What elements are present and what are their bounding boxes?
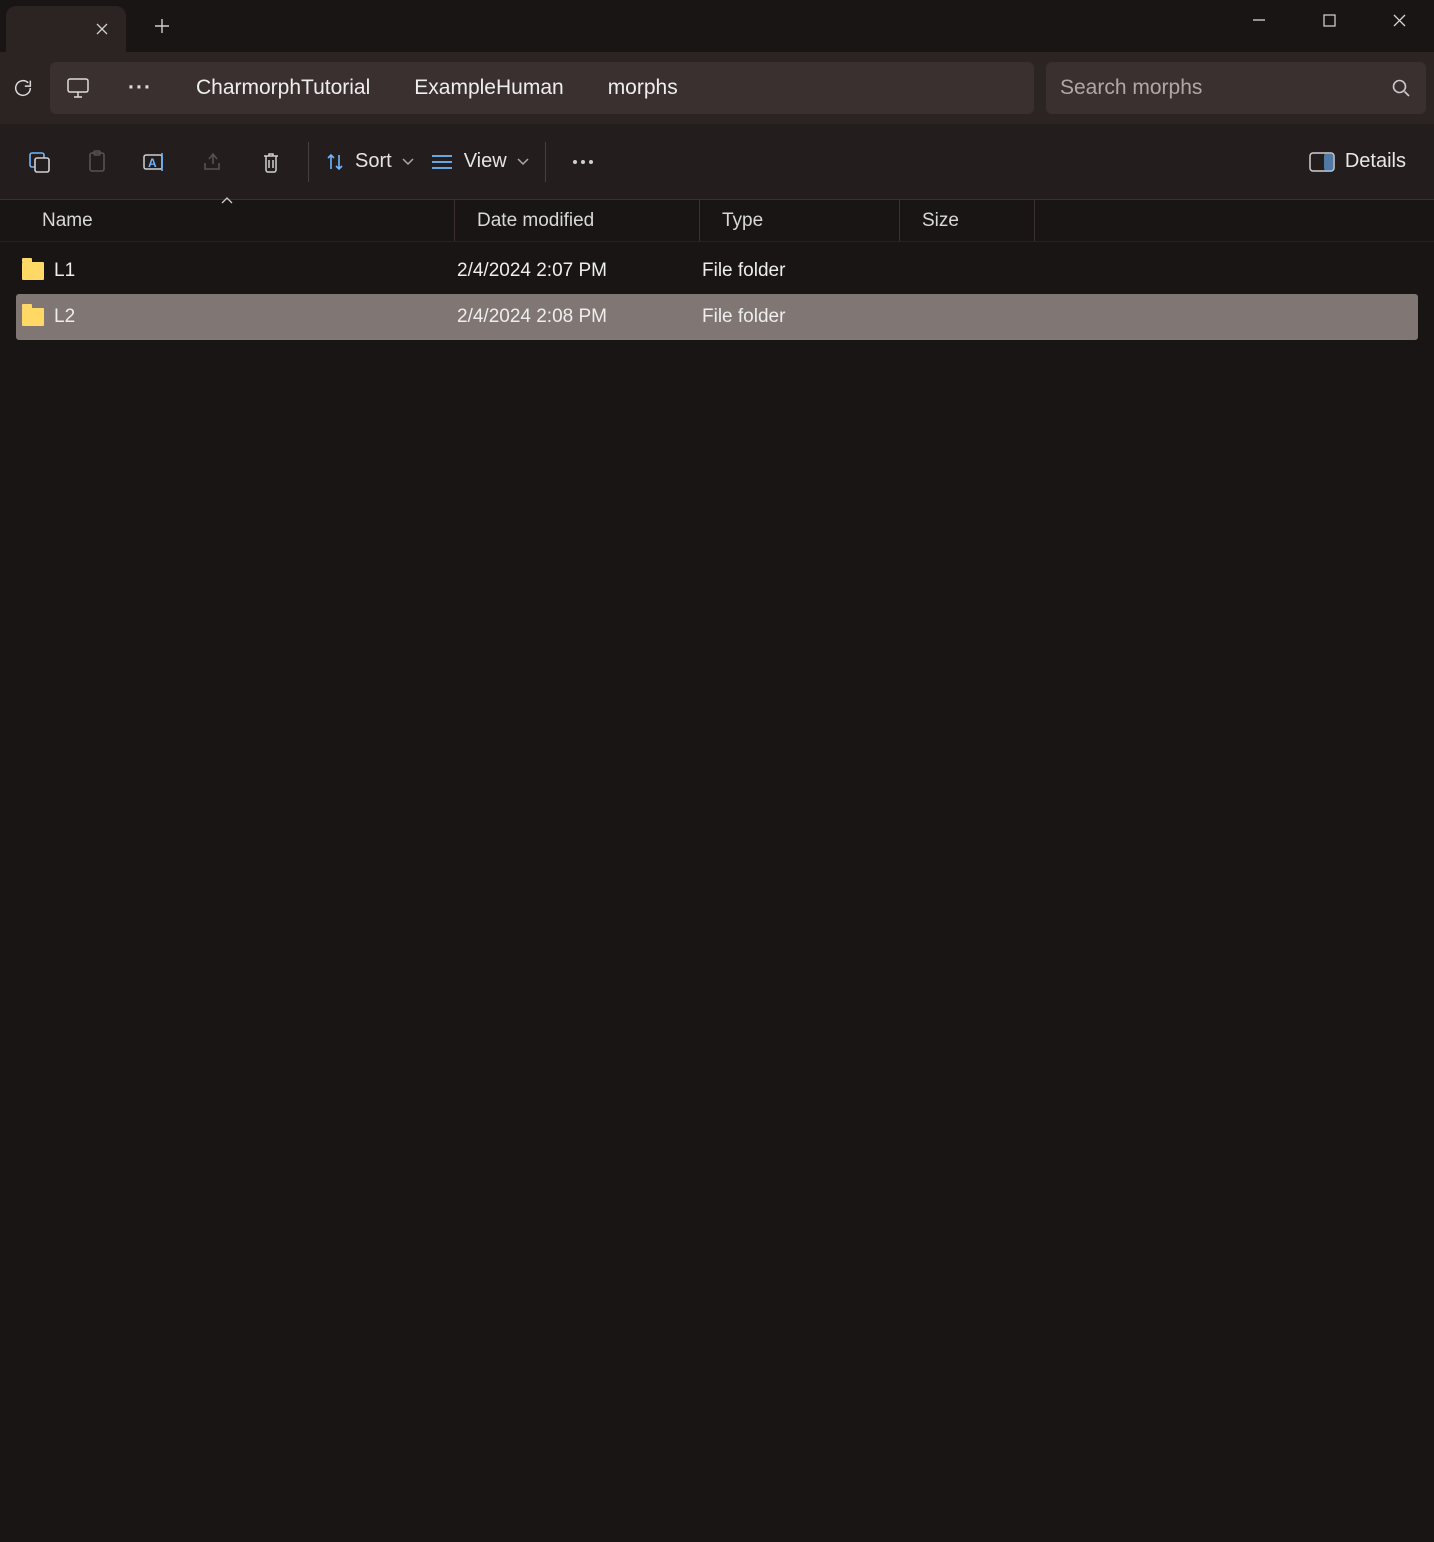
close-window-button[interactable]	[1364, 0, 1434, 40]
active-tab[interactable]	[6, 6, 126, 52]
item-date: 2/4/2024 2:08 PM	[457, 306, 702, 328]
view-icon	[430, 153, 454, 171]
sort-icon	[325, 152, 345, 172]
command-bar: A Sort View Details	[0, 124, 1434, 200]
copy-icon	[68, 138, 126, 186]
sort-label: Sort	[355, 150, 392, 173]
folder-row[interactable]: L2 2/4/2024 2:08 PM File folder	[16, 294, 1418, 340]
maximize-button[interactable]	[1294, 0, 1364, 40]
window-controls	[1224, 0, 1434, 40]
sort-ascending-icon	[221, 196, 233, 204]
item-type: File folder	[702, 260, 902, 282]
cut-icon[interactable]	[10, 138, 68, 186]
details-pane-button[interactable]: Details	[1309, 150, 1424, 173]
chevron-right-icon[interactable]	[690, 78, 710, 98]
column-header-date[interactable]: Date modified	[455, 200, 700, 241]
folder-icon	[22, 262, 44, 280]
search-input[interactable]	[1060, 76, 1390, 100]
breadcrumb-item[interactable]: ExampleHuman	[406, 76, 571, 100]
item-date: 2/4/2024 2:07 PM	[457, 260, 702, 282]
title-bar	[0, 0, 1434, 52]
item-name: L2	[54, 306, 75, 328]
column-header-size[interactable]: Size	[900, 200, 1035, 241]
tabs-region	[0, 0, 182, 52]
column-type-label: Type	[722, 210, 763, 232]
view-label: View	[464, 150, 507, 173]
rename-icon[interactable]: A	[126, 138, 184, 186]
breadcrumb-overflow[interactable]: ···	[120, 76, 160, 100]
address-row: ··· CharmorphTutorial ExampleHuman morph…	[0, 52, 1434, 124]
breadcrumb-item[interactable]: CharmorphTutorial	[188, 76, 378, 100]
chevron-down-icon	[402, 157, 414, 167]
delete-icon[interactable]	[242, 138, 300, 186]
search-box[interactable]	[1046, 62, 1426, 114]
breadcrumb-bar[interactable]: ··· CharmorphTutorial ExampleHuman morph…	[50, 62, 1034, 114]
column-name-label: Name	[42, 210, 93, 232]
view-dropdown[interactable]: View	[422, 150, 537, 173]
svg-text:A: A	[148, 156, 157, 170]
file-list: L1 2/4/2024 2:07 PM File folder L2 2/4/2…	[0, 242, 1434, 340]
chevron-right-icon[interactable]	[96, 78, 116, 98]
share-icon	[184, 138, 242, 186]
chevron-right-icon[interactable]	[576, 78, 596, 98]
details-pane-icon	[1309, 152, 1335, 172]
new-tab-button[interactable]	[142, 6, 182, 46]
refresh-button[interactable]	[8, 73, 38, 103]
item-name: L1	[54, 260, 75, 282]
column-header-row: Name Date modified Type Size	[0, 200, 1434, 242]
item-type: File folder	[702, 306, 902, 328]
this-pc-icon[interactable]	[64, 74, 92, 102]
column-size-label: Size	[922, 210, 959, 232]
column-header-name[interactable]: Name	[0, 200, 455, 241]
folder-icon	[22, 308, 44, 326]
folder-row[interactable]: L1 2/4/2024 2:07 PM File folder	[16, 248, 1418, 294]
search-icon[interactable]	[1390, 77, 1412, 99]
details-label: Details	[1345, 150, 1406, 173]
sort-dropdown[interactable]: Sort	[317, 150, 422, 173]
chevron-right-icon[interactable]	[164, 78, 184, 98]
minimize-button[interactable]	[1224, 0, 1294, 40]
toolbar-separator	[545, 142, 546, 182]
close-tab-icon[interactable]	[94, 21, 110, 37]
chevron-down-icon	[517, 157, 529, 167]
toolbar-separator	[308, 142, 309, 182]
chevron-right-icon[interactable]	[382, 78, 402, 98]
breadcrumb-item[interactable]: morphs	[600, 76, 686, 100]
column-date-label: Date modified	[477, 210, 594, 232]
more-icon[interactable]	[554, 138, 612, 186]
column-header-type[interactable]: Type	[700, 200, 900, 241]
